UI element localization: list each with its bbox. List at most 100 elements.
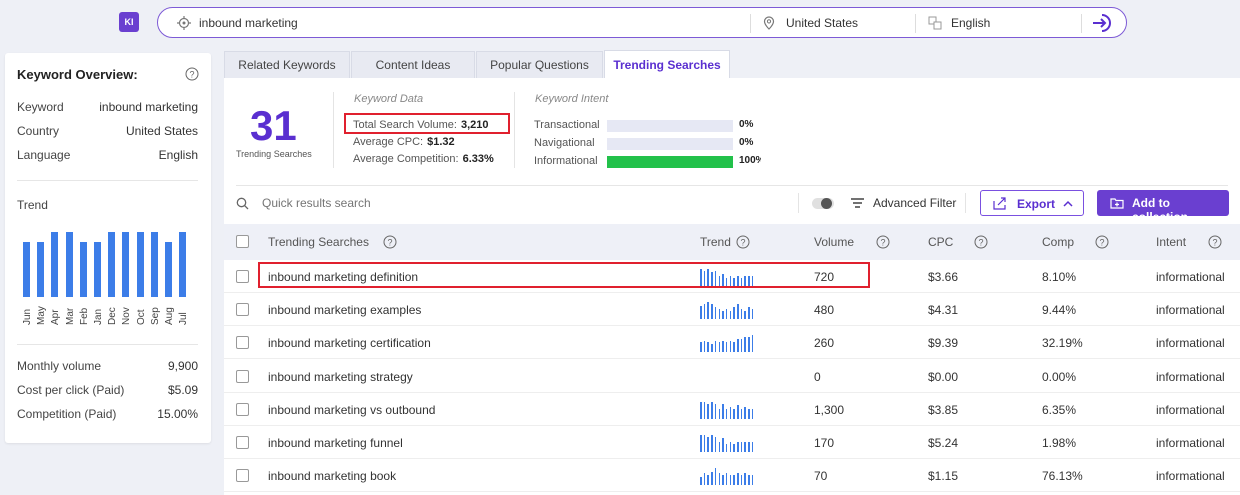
table-row[interactable]: inbound marketing funnel 170 $5.24 1.98% inf…: [224, 426, 1240, 459]
advanced-filter-toggle[interactable]: [812, 198, 834, 209]
sparkline-bar: [700, 435, 702, 452]
sparkline-bar: [703, 473, 706, 486]
sparkline-bar: [711, 303, 713, 320]
keyword-cell[interactable]: inbound marketing strategy: [268, 370, 413, 384]
export-button[interactable]: Export: [980, 190, 1084, 216]
overview-language-row: Language English: [17, 148, 198, 162]
row-checkbox[interactable]: [236, 402, 249, 416]
table-row[interactable]: inbound marketing definition 720 $3.66 8.10…: [224, 260, 1240, 293]
tab-content-ideas[interactable]: Content Ideas: [351, 51, 475, 78]
trend-month-label: Jul: [178, 312, 190, 325]
sparkline-bar: [711, 435, 713, 452]
keyword-cell[interactable]: inbound marketing certification: [268, 336, 431, 350]
help-icon[interactable]: ?: [876, 235, 890, 249]
trend-bar: [108, 232, 116, 297]
row-checkbox[interactable]: [236, 336, 249, 350]
add-to-collection-button[interactable]: Add to collection: [1097, 190, 1229, 224]
volume-cell: 170: [814, 436, 835, 450]
row-checkbox[interactable]: [236, 270, 249, 283]
sparkline-bar: [714, 436, 717, 452]
submit-search-icon[interactable]: [1091, 13, 1113, 33]
sparkline-bar: [725, 443, 728, 452]
keyword-cell[interactable]: inbound marketing funnel: [268, 436, 403, 450]
table-row[interactable]: inbound marketing strategy 0 $0.00 0.00% inf…: [224, 360, 1240, 393]
sparkline-bar: [714, 307, 717, 320]
trend-month-label: Oct: [135, 309, 147, 325]
tab-related-keywords[interactable]: Related Keywords: [224, 51, 350, 78]
trending-count-label: Trending Searches: [236, 149, 312, 159]
table-row[interactable]: inbound marketing examples 480 $4.31 9.44% i…: [224, 293, 1240, 327]
sparkline-bar: [729, 406, 732, 419]
help-icon[interactable]: ?: [383, 235, 397, 249]
results-toolbar: Advanced Filter Export Add to collection: [224, 187, 1240, 224]
language-select[interactable]: English: [951, 16, 990, 30]
keyword-cell[interactable]: inbound marketing examples: [268, 303, 421, 317]
sparkline-bar: [733, 475, 735, 486]
trend-bar: [65, 232, 73, 297]
sparkline-bar: [744, 337, 746, 353]
keyword-cell[interactable]: inbound marketing vs outbound: [268, 403, 435, 417]
help-icon[interactable]: ?: [736, 235, 750, 249]
header-intent[interactable]: Intent: [1156, 235, 1186, 249]
app-logo[interactable]: KI: [119, 12, 139, 32]
trend-month-label: Jun: [22, 308, 33, 325]
table-row[interactable]: inbound marketing certification 260 $9.39 3…: [224, 326, 1240, 360]
row-checkbox[interactable]: [236, 369, 249, 383]
sparkline-bar: [740, 338, 743, 353]
sparkline-bar: [733, 307, 735, 320]
tab-bar: Related Keywords Content Ideas Popular Q…: [224, 48, 1240, 79]
header-comp[interactable]: Comp: [1042, 235, 1074, 249]
keyword-cell[interactable]: inbound marketing book: [268, 469, 396, 483]
tab-trending-searches[interactable]: Trending Searches: [604, 50, 730, 79]
row-checkbox[interactable]: [236, 469, 249, 483]
trend-month-label: May: [36, 306, 48, 325]
cpc-cell: $4.31: [928, 303, 959, 318]
comp-cell: 1.98%: [1042, 436, 1077, 450]
tab-popular-questions[interactable]: Popular Questions: [476, 51, 603, 78]
sparkline-bar: [733, 408, 735, 419]
tab-content: 31 Trending Searches Keyword Data Total …: [224, 78, 1240, 495]
sparkline-bar: [711, 401, 713, 419]
trend-bar: [165, 241, 172, 297]
trend-month-label: Sep: [149, 307, 161, 325]
country-select[interactable]: United States: [786, 16, 858, 30]
help-icon[interactable]: ?: [974, 235, 988, 249]
table-row[interactable]: inbound marketing book 70 $1.15 76.13% infor…: [224, 459, 1240, 493]
trend-bar: [179, 232, 187, 297]
svg-text:?: ?: [387, 238, 392, 248]
intent-transactional: Transactional 0%: [534, 119, 754, 132]
help-icon[interactable]: ?: [1095, 235, 1109, 249]
advanced-filter-label[interactable]: Advanced Filter: [873, 196, 956, 210]
trend-bar: [51, 232, 59, 297]
sparkline-bar: [707, 302, 709, 320]
trend-label: Trend: [17, 198, 48, 212]
sparkline-bar: [740, 441, 743, 452]
sparkline-bar: [751, 441, 754, 452]
header-cpc[interactable]: CPC: [928, 235, 953, 249]
row-checkbox[interactable]: [236, 303, 249, 317]
quick-search-input[interactable]: [262, 196, 562, 210]
header-trend[interactable]: Trend: [700, 235, 731, 249]
volume-cell: 480: [814, 303, 835, 318]
sparkline-bar: [744, 473, 746, 486]
table-row[interactable]: inbound marketing vs outbound 1,300 $3.85 6…: [224, 393, 1240, 426]
average-cpc: Average CPC: $1.32: [353, 136, 455, 148]
sparkline-bar: [700, 476, 702, 486]
row-checkbox[interactable]: [236, 436, 249, 449]
trend-sparkline: [700, 300, 756, 320]
trend-month-label: Feb: [78, 307, 90, 325]
help-icon[interactable]: ?: [185, 67, 199, 81]
average-competition: Average Competition: 6.33%: [353, 153, 494, 165]
sparkline-bar: [751, 475, 754, 486]
trend-sparkline: [700, 400, 756, 419]
search-input[interactable]: inbound marketing: [199, 16, 298, 30]
volume-cell: 1,300: [814, 402, 845, 417]
trend-sparkline: [700, 466, 756, 486]
sparkline-bar: [744, 406, 746, 419]
header-volume[interactable]: Volume: [814, 235, 854, 249]
select-all-checkbox[interactable]: [236, 235, 249, 248]
help-icon[interactable]: ?: [1208, 235, 1222, 249]
translate-icon: [928, 16, 942, 30]
sparkline-bar: [711, 343, 713, 353]
header-keyword[interactable]: Trending Searches: [268, 235, 369, 249]
